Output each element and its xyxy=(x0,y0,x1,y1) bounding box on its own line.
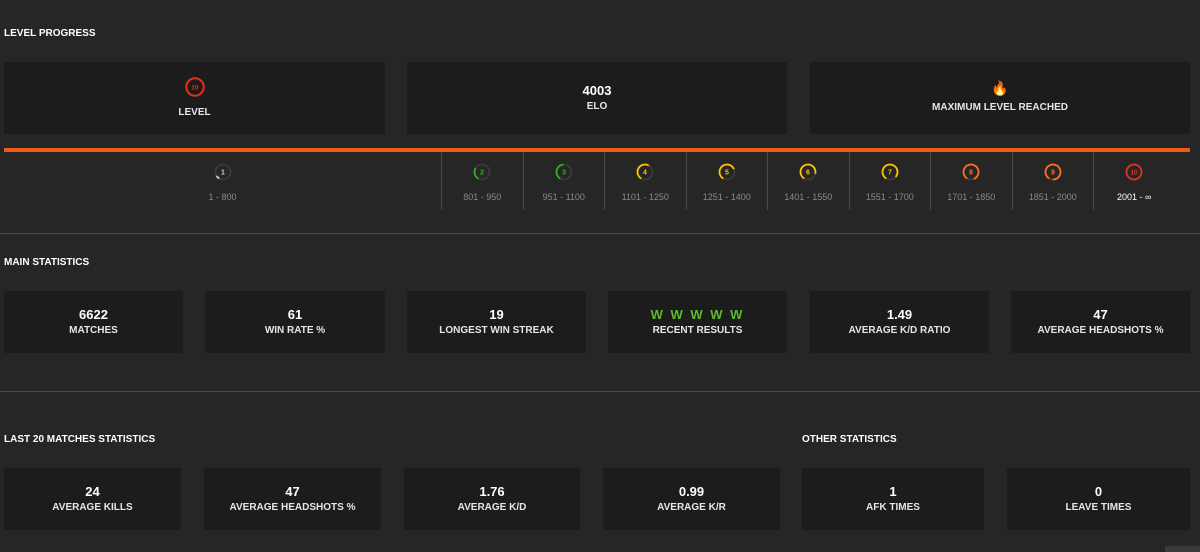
average-kr-value: 0.99 xyxy=(678,483,705,499)
level-progress-title: LEVEL PROGRESS xyxy=(4,28,96,39)
level-cell-10: 10 2001 - ∞ xyxy=(1093,152,1175,210)
elo-value: 4003 xyxy=(582,82,612,98)
fire-icon: 🔥 xyxy=(991,80,1009,96)
average-headshots-card: 47 AVERAGE HEADSHOTS % xyxy=(1011,291,1190,353)
level-range-label: 1251 - 1400 xyxy=(702,192,751,202)
svg-text:9: 9 xyxy=(1051,170,1055,177)
level-10-gauge-icon: 10 xyxy=(184,77,205,97)
recent-results-card: W W W W W RECENT RESULTS xyxy=(608,291,787,353)
afk-times-label: AFK TIMES xyxy=(866,501,920,513)
svg-text:10: 10 xyxy=(191,85,199,92)
leave-times-value: 0 xyxy=(1094,483,1103,499)
matches-value: 6622 xyxy=(79,306,108,322)
level-cell-2: 2 801 - 950 xyxy=(441,152,523,210)
afk-times-value: 1 xyxy=(889,483,897,499)
level-range-label: 1701 - 1850 xyxy=(947,192,996,202)
level-10-gauge-icon: 10 xyxy=(1125,163,1143,181)
average-headshots-label: AVERAGE HEADSHOTS % xyxy=(1037,324,1164,336)
level-range-label: 1851 - 2000 xyxy=(1028,192,1077,202)
section-divider xyxy=(0,391,1200,392)
average-kd-value: 1.76 xyxy=(479,483,505,499)
average-kr-label: AVERAGE K/R xyxy=(657,501,726,513)
section-divider xyxy=(0,233,1200,234)
level-cell-4: 4 1101 - 1250 xyxy=(604,152,686,210)
level-4-gauge-icon: 4 xyxy=(636,163,654,181)
other-statistics-title: OTHER STATISTICS xyxy=(802,434,897,445)
svg-text:5: 5 xyxy=(725,170,729,177)
level-cell-7: 7 1551 - 1700 xyxy=(848,152,931,210)
average-kd-ratio-value: 1.49 xyxy=(886,306,913,322)
level-range-label: 951 - 1100 xyxy=(542,192,585,202)
svg-text:2: 2 xyxy=(480,170,484,177)
average-kd-ratio-card: 1.49 AVERAGE K/D RATIO xyxy=(810,291,989,353)
longest-win-streak-value: 19 xyxy=(489,306,504,322)
matches-label: MATCHES xyxy=(69,324,118,336)
average-kills-label: AVERAGE KILLS xyxy=(52,501,133,513)
average-kd-ratio-label: AVERAGE K/D RATIO xyxy=(848,324,951,336)
svg-text:3: 3 xyxy=(562,170,566,177)
level-9-gauge-icon: 9 xyxy=(1044,163,1062,181)
recent-results-value: W W W W W xyxy=(650,306,745,322)
level-range-label: 2001 - ∞ xyxy=(1117,192,1152,202)
matches-card: 6622 MATCHES xyxy=(4,291,183,353)
level-cell-1: 1 1 - 800 xyxy=(4,152,441,210)
level-2-gauge-icon: 2 xyxy=(473,163,491,181)
level-range-label: 801 - 950 xyxy=(463,192,502,202)
level-range-label: 1 - 800 xyxy=(208,192,237,202)
level-label: LEVEL xyxy=(178,107,211,118)
svg-text:8: 8 xyxy=(969,170,973,177)
svg-text:6: 6 xyxy=(806,170,810,177)
level-range-label: 1401 - 1550 xyxy=(784,192,833,202)
win-rate-label: WIN RATE % xyxy=(264,324,326,336)
recent-results-label: RECENT RESULTS xyxy=(652,324,743,336)
scroll-corner xyxy=(1165,546,1200,552)
average-kd-label: AVERAGE K/D xyxy=(457,501,527,513)
elo-label: ELO xyxy=(586,100,608,112)
level-cell-3: 3 951 - 1100 xyxy=(522,152,605,210)
last20-average-headshots-label: AVERAGE HEADSHOTS % xyxy=(229,501,356,513)
level-cell-6: 6 1401 - 1550 xyxy=(767,152,849,210)
average-kd-card: 1.76 AVERAGE K/D xyxy=(404,468,580,530)
max-level-card: 🔥 MAXIMUM LEVEL REACHED xyxy=(810,62,1190,134)
level-8-gauge-icon: 8 xyxy=(962,163,980,181)
level-range-label: 1551 - 1700 xyxy=(865,192,914,202)
average-kills-value: 24 xyxy=(85,483,100,499)
level-3-gauge-icon: 3 xyxy=(555,163,573,181)
level-5-gauge-icon: 5 xyxy=(718,163,736,181)
level-7-gauge-icon: 7 xyxy=(881,163,899,181)
last20-average-headshots-value: 47 xyxy=(285,483,300,499)
level-cell-9: 9 1851 - 2000 xyxy=(1011,152,1094,210)
elo-card: 4003 ELO xyxy=(407,62,787,134)
svg-text:1: 1 xyxy=(221,170,225,177)
longest-win-streak-card: 19 LONGEST WIN STREAK xyxy=(407,291,586,353)
win-rate-card: 61 WIN RATE % xyxy=(205,291,385,353)
leave-times-card: 0 LEAVE TIMES xyxy=(1007,468,1190,530)
level-cell-5: 5 1251 - 1400 xyxy=(685,152,768,210)
average-kills-card: 24 AVERAGE KILLS xyxy=(4,468,181,530)
last20-average-headshots-card: 47 AVERAGE HEADSHOTS % xyxy=(204,468,381,530)
level-range-label: 1101 - 1250 xyxy=(621,192,669,202)
level-1-gauge-icon: 1 xyxy=(214,163,231,181)
level-card: 10 LEVEL xyxy=(4,62,385,134)
afk-times-card: 1 AFK TIMES xyxy=(802,468,984,530)
longest-win-streak-label: LONGEST WIN STREAK xyxy=(439,324,554,336)
svg-text:10: 10 xyxy=(1131,171,1138,177)
main-statistics-title: MAIN STATISTICS xyxy=(4,257,90,268)
level-6-gauge-icon: 6 xyxy=(799,163,817,181)
leave-times-label: LEAVE TIMES xyxy=(1065,501,1132,513)
level-cell-8: 8 1701 - 1850 xyxy=(930,152,1012,210)
max-level-label: MAXIMUM LEVEL REACHED xyxy=(932,102,1068,113)
win-rate-value: 61 xyxy=(287,306,303,322)
svg-text:4: 4 xyxy=(643,170,647,177)
svg-text:7: 7 xyxy=(888,170,892,177)
average-kr-card: 0.99 AVERAGE K/R xyxy=(603,468,780,530)
average-headshots-value: 47 xyxy=(1093,306,1108,322)
last-20-matches-title: LAST 20 MATCHES STATISTICS xyxy=(4,434,156,445)
